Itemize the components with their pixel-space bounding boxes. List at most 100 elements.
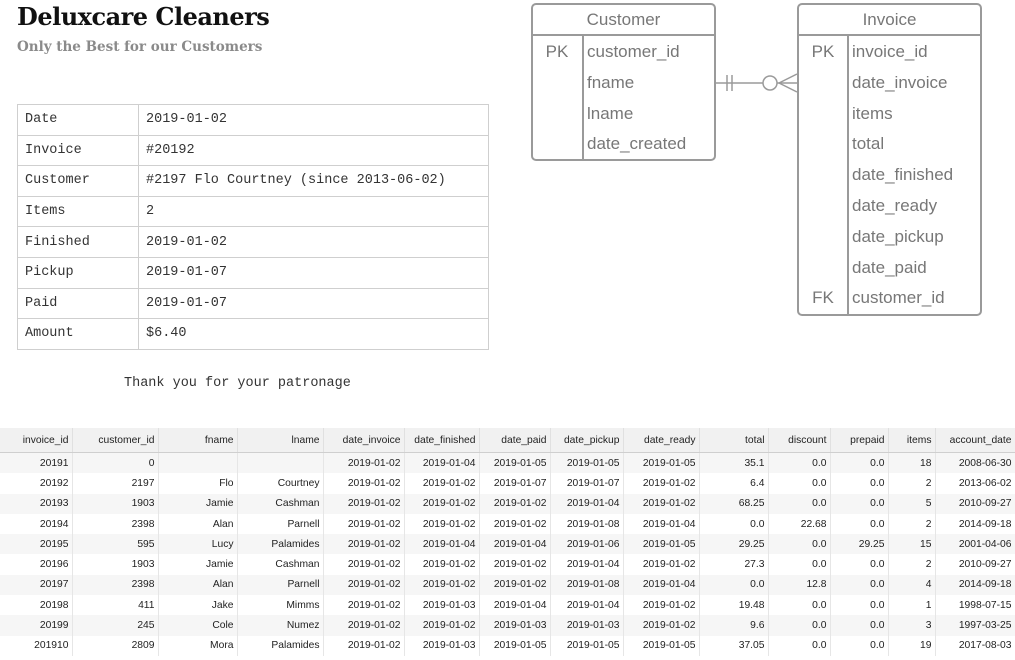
table-cell-items: 4 [888,574,936,596]
table-cell-total: 29.25 [699,534,769,555]
table-row[interactable]: 20197 2398 Alan Parnell 2019-01-02 2019-01-02… [0,574,1015,596]
table-cell-date-finished: 2019-01-04 [404,534,480,555]
table-cell-lname: Parnell [237,574,324,596]
table-cell-date-pickup: 2019-01-07 [550,473,624,494]
table-cell-invoice-id: 20198 [0,595,73,616]
table-cell-account-date: 1997-03-25 [935,615,1015,636]
table-cell-date-finished: 2019-01-02 [404,473,480,494]
table-cell-date-invoice: 2019-01-02 [323,595,405,616]
table-header: invoice_id customer_id fname lname date_invo… [0,428,1015,453]
table-cell-date-finished: 2019-01-02 [404,574,480,596]
customer-field-name: customer_id [587,42,680,61]
column-header-invoice-id[interactable]: invoice_id [0,428,73,453]
column-header-date-invoice[interactable]: date_invoice [323,428,405,453]
table-cell-prepaid: 0.0 [830,513,889,535]
table-cell-discount: 0.0 [768,452,831,474]
table-cell-lname: Cashman [237,554,324,575]
table-cell-account-date: 2010-09-27 [935,554,1015,575]
table-row[interactable]: 20196 1903 Jamie Cashman 2019-01-02 2019-01-0… [0,554,1015,575]
invoice-entity-title: Invoice [863,10,917,29]
table-row[interactable]: 20191 0 2019-01-02 2019-01-04 2019-01-05 2019… [0,452,1015,474]
table-cell-date-pickup: 2019-01-04 [550,554,624,575]
table-cell-date-pickup: 2019-01-03 [550,615,624,636]
table-row[interactable]: 20198 411 Jake Mimms 2019-01-02 2019-01-03 201… [0,595,1015,616]
invoice-data-table: invoice_id customer_id fname lname date_invo… [0,428,1015,656]
column-header-items[interactable]: items [888,428,936,453]
table-cell-items: 19 [888,635,936,656]
table-row[interactable]: 20192 2197 Flo Courtney 2019-01-02 2019-01-02… [0,473,1015,494]
table-cell-customer-id: 2398 [72,574,159,596]
table-cell-date-pickup: 2019-01-04 [550,595,624,616]
column-header-lname[interactable]: lname [237,428,324,453]
table-cell-fname: Alan [158,574,238,596]
thank-you-note: Thank you for your patronage [124,376,351,391]
table-cell-fname: Alan [158,513,238,535]
table-cell-fname: Jamie [158,554,238,575]
invoice-field-name: date_pickup [852,227,944,246]
column-header-account-date[interactable]: account_date [935,428,1015,453]
table-cell-customer-id: 245 [72,615,159,636]
table-cell-customer-id: 2809 [72,635,159,656]
invoice-field-name: invoice_id [852,42,928,61]
column-header-discount[interactable]: discount [768,428,831,453]
table-cell-prepaid: 0.0 [830,493,889,514]
table-cell-date-paid: 2019-01-02 [479,554,551,575]
table-cell-items: 2 [888,554,936,575]
table-cell-date-finished: 2019-01-03 [404,595,480,616]
table-cell-invoice-id: 201910 [0,635,73,656]
column-header-prepaid[interactable]: prepaid [830,428,889,453]
zero-mark [762,75,778,91]
table-cell-date-paid: 2019-01-05 [479,452,551,474]
table-cell-date-invoice: 2019-01-02 [323,615,405,636]
table-cell-items: 5 [888,493,936,514]
table-header-row: invoice_id customer_id fname lname date_invo… [0,428,1015,453]
column-header-total[interactable]: total [699,428,769,453]
customer-entity: Customer PK customer_id fname lname date… [531,3,716,161]
table-cell-invoice-id: 20193 [0,493,73,514]
column-header-date-ready[interactable]: date_ready [623,428,700,453]
table-cell-lname: Courtney [237,473,324,494]
table-cell-date-ready: 2019-01-05 [623,635,700,656]
table-cell-total: 6.4 [699,473,769,494]
column-header-customer-id[interactable]: customer_id [72,428,159,453]
table-cell-lname: Cashman [237,493,324,514]
table-cell-invoice-id: 20197 [0,574,73,596]
table-cell-total: 37.05 [699,635,769,656]
invoice-field-key: PK [812,42,835,61]
column-header-date-paid[interactable]: date_paid [479,428,551,453]
table-cell-items: 15 [888,534,936,555]
table-cell-account-date: 1998-07-15 [935,595,1015,616]
table-cell-fname: Cole [158,615,238,636]
table-cell-date-invoice: 2019-01-02 [323,574,405,596]
column-header-date-finished[interactable]: date_finished [404,428,480,453]
table-row[interactable]: 20195 595 Lucy Palamides 2019-01-02 2019-01-0… [0,534,1015,555]
invoice-entity: Invoice PK invoice_id date_invoice items… [797,3,982,316]
table-cell-date-finished: 2019-01-02 [404,554,480,575]
customer-field-name: date_created [587,134,686,153]
column-header-fname[interactable]: fname [158,428,238,453]
table-cell-items: 2 [888,513,936,535]
invoice-field-name: items [852,104,893,123]
table-row[interactable]: 201910 2809 Mora Palamides 2019-01-02 2019-01… [0,635,1015,656]
table-cell-date-invoice: 2019-01-02 [323,452,405,474]
table-cell-date-paid: 2019-01-02 [479,513,551,535]
table-cell-date-ready: 2019-01-02 [623,554,700,575]
table-row[interactable]: 20199 245 Cole Numez 2019-01-02 2019-01-02 201… [0,615,1015,636]
table-cell-prepaid: 0.0 [830,635,889,656]
table-cell-account-date: 2001-04-06 [935,534,1015,555]
table-cell-date-pickup: 2019-01-05 [550,452,624,474]
table-cell-lname: Parnell [237,513,324,535]
table-cell-customer-id: 595 [72,534,159,555]
table-cell-date-finished: 2019-01-02 [404,615,480,636]
table-row[interactable]: 20194 2398 Alan Parnell 2019-01-02 2019-01-02… [0,513,1015,535]
column-header-date-pickup[interactable]: date_pickup [550,428,624,453]
table-cell-prepaid: 0.0 [830,595,889,616]
table-cell-date-ready: 2019-01-05 [623,452,700,474]
table-cell-date-ready: 2019-01-04 [623,574,700,596]
table-cell-date-pickup: 2019-01-04 [550,493,624,514]
table-cell-fname: Mora [158,635,238,656]
table-cell-date-pickup: 2019-01-05 [550,635,624,656]
table-cell-fname: Flo [158,473,238,494]
table-body: 20191 0 2019-01-02 2019-01-04 2019-01-05 2019… [0,452,1015,656]
table-row[interactable]: 20193 1903 Jamie Cashman 2019-01-02 2019-01-0… [0,493,1015,514]
